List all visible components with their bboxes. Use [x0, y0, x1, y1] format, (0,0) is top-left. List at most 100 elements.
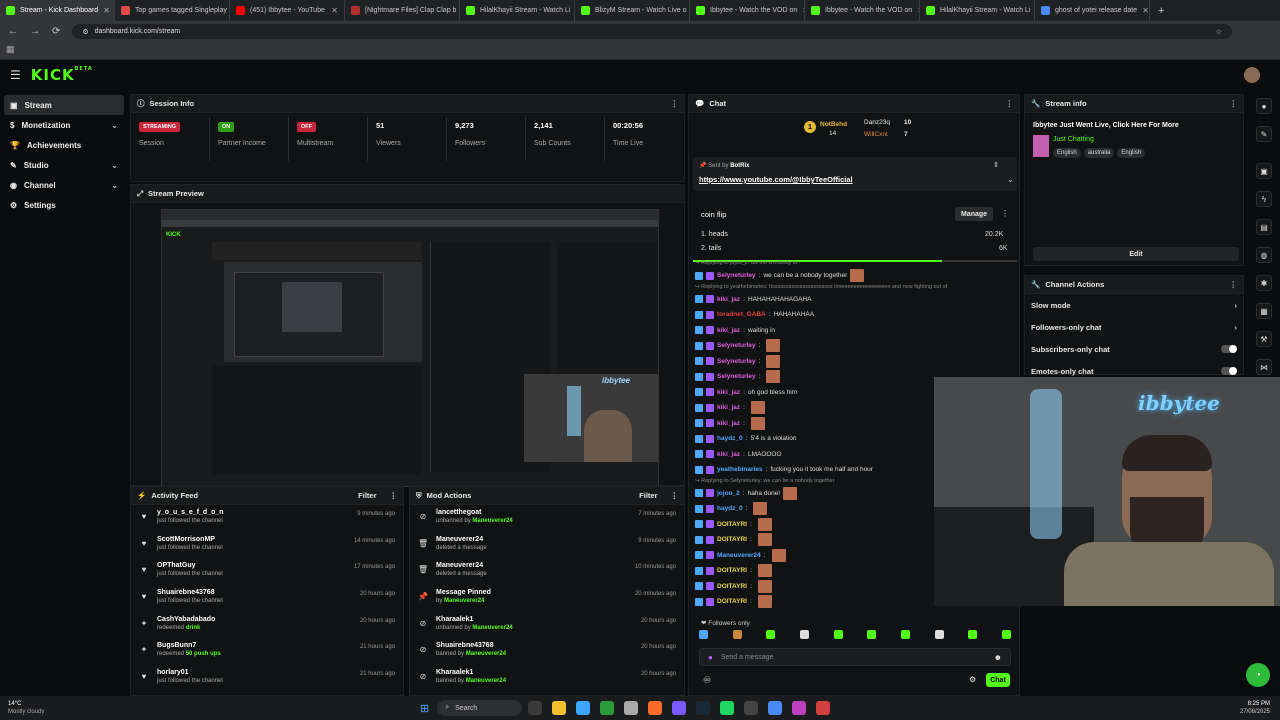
channel-action-followers-only-chat[interactable]: Followers-only chat ›	[1025, 316, 1243, 338]
sidebar-item-settings[interactable]: ⚙ Settings	[0, 195, 128, 215]
reload-icon[interactable]: ⟳	[52, 26, 60, 37]
more-icon[interactable]: ⋮	[671, 99, 679, 108]
settings-wheel-icon[interactable]: ✱	[1256, 275, 1272, 291]
chat-username[interactable]: Selyneturley	[717, 373, 756, 380]
sidebar-item-channel[interactable]: ◉ Channel ⌄	[0, 175, 128, 195]
emote-shortcut-icon[interactable]	[934, 630, 944, 639]
more-icon[interactable]: ⋮	[1001, 209, 1009, 218]
menu-icon[interactable]: ☰	[10, 68, 21, 82]
back-icon[interactable]: ←	[8, 26, 18, 37]
apps-grid-icon[interactable]: ▦	[6, 44, 15, 54]
file-explorer-icon[interactable]	[552, 701, 567, 715]
feed-username[interactable]: horlary01	[157, 669, 223, 676]
mod-filter-button[interactable]: Filter	[639, 491, 657, 500]
share-icon[interactable]: ⋈	[1256, 359, 1272, 375]
chat-username[interactable]: Selyneturley	[717, 342, 756, 349]
edit-stream-button[interactable]: Edit	[1033, 247, 1239, 261]
chat-message[interactable]: Selyneturley:	[695, 338, 1015, 354]
emote-shortcut-icon[interactable]	[867, 630, 877, 639]
forward-icon[interactable]: →	[30, 26, 40, 37]
channel-action-slow-mode[interactable]: Slow mode ›	[1025, 294, 1243, 316]
chat-username[interactable]: Selyneturley	[717, 272, 756, 279]
spotify-icon[interactable]	[720, 701, 735, 715]
chrome-icon[interactable]	[768, 701, 783, 715]
sidebar-item-studio[interactable]: ✎ Studio ⌄	[0, 155, 128, 175]
more-icon[interactable]: ⋮	[671, 491, 679, 500]
chat-username[interactable]: DOITAYRI	[717, 536, 747, 543]
emote-shortcut-icon[interactable]	[732, 630, 742, 639]
browser-tab[interactable]: Top games tagged Singleplay✕	[115, 0, 230, 21]
feed-username[interactable]: CashYabadabado	[157, 616, 215, 623]
chat-bubble-icon[interactable]: ◍	[1256, 247, 1272, 263]
chat-send-button[interactable]: Chat	[986, 673, 1010, 687]
task-view-icon[interactable]	[528, 701, 543, 715]
chat-username[interactable]: kiki_jaz	[717, 296, 740, 303]
browser-tab[interactable]: (451) Ibbytee - YouTube ✕	[230, 0, 345, 21]
new-tab-icon[interactable]: +	[1158, 5, 1164, 17]
weather-widget[interactable]: 14°C Mostly cloudy	[0, 700, 110, 716]
chevron-down-icon[interactable]: ⌄	[1007, 175, 1014, 184]
webcam-popout[interactable]: ibbytee	[934, 377, 1280, 606]
activity-filter-button[interactable]: Filter	[358, 491, 376, 500]
feed-username[interactable]: Kharaalek1	[436, 616, 513, 623]
more-icon[interactable]: ⋮	[1006, 99, 1014, 108]
emote-shortcut-icon[interactable]	[699, 630, 708, 639]
more-icon[interactable]: ⋮	[390, 491, 398, 500]
chat-username[interactable]: DOITAYRI	[717, 521, 747, 528]
clipboard-icon[interactable]: ▤	[1256, 219, 1272, 235]
browser-tab[interactable]: Stream - Kick Dashboard ✕	[0, 0, 115, 21]
chevron-down-icon[interactable]: ⌄	[111, 121, 118, 130]
document-icon[interactable]: ▦	[1256, 303, 1272, 319]
discord-icon[interactable]	[672, 701, 687, 715]
edge-icon[interactable]	[576, 701, 591, 715]
stream-tag[interactable]: australia	[1083, 148, 1115, 158]
chevron-down-icon[interactable]: ⌄	[111, 181, 118, 190]
chat-tools-icon[interactable]: ♾	[703, 675, 711, 686]
chat-username[interactable]: yeathebinaries	[717, 466, 763, 473]
feed-username[interactable]: Shuairebne43768	[436, 642, 506, 649]
taskbar-search[interactable]: ⌕ Search	[437, 700, 523, 716]
feed-username[interactable]: Kharaalek1	[436, 669, 506, 676]
feed-username[interactable]: Shuairebne43768	[157, 589, 223, 596]
poll-manage-button[interactable]: Manage	[955, 207, 993, 221]
chat-username[interactable]: toradnet_GABA	[717, 311, 766, 318]
obs-icon[interactable]	[744, 701, 759, 715]
chat-username[interactable]: Selyneturley	[717, 358, 756, 365]
user-avatar[interactable]	[1244, 67, 1260, 83]
steam-icon[interactable]	[696, 701, 711, 715]
lightning-icon[interactable]: ϟ	[1256, 191, 1272, 207]
chat-username[interactable]: kiki_jaz	[717, 404, 740, 411]
windows-start-icon[interactable]: ⊞	[420, 702, 429, 715]
feed-username[interactable]: ScottMorrisonMP	[157, 536, 223, 543]
feed-username[interactable]: Maneuverer24	[436, 536, 487, 543]
browser-tab[interactable]: Ibbytee - Watch the VOD on✕	[805, 0, 920, 21]
emote-shortcut-icon[interactable]	[833, 630, 843, 639]
stream-tag[interactable]: English	[1053, 148, 1081, 158]
more-icon[interactable]: ⋮	[1230, 280, 1238, 289]
feed-username[interactable]: Message Pinned	[436, 589, 491, 596]
support-chat-icon[interactable]: ◔	[1246, 663, 1270, 687]
chat-username[interactable]: kiki_jaz	[717, 327, 740, 334]
channel-action-subscribers-only-chat[interactable]: Subscribers-only chat	[1025, 338, 1243, 360]
toggle-switch[interactable]	[1221, 367, 1237, 375]
bookmark-star-icon[interactable]: ☆	[1216, 28, 1222, 36]
chevron-right-icon[interactable]: ›	[1235, 301, 1238, 310]
emoji-icon[interactable]: ☻	[994, 653, 1002, 662]
feed-username[interactable]: OPThatGuy	[157, 562, 223, 569]
chat-username[interactable]: haydz_0	[717, 505, 743, 512]
emote-shortcut-icon[interactable]	[968, 630, 978, 639]
feed-username[interactable]: Maneuverer24	[436, 562, 487, 569]
feed-username[interactable]: y_o_u_s_e_f_d_o_n	[157, 509, 224, 516]
browser-tab[interactable]: ghost of yotei release date ✕	[1035, 0, 1150, 21]
unpin-icon[interactable]: ⇕	[993, 161, 999, 169]
chat-username[interactable]: kiki_jaz	[717, 389, 740, 396]
sidebar-item-achievements[interactable]: 🏆 Achievements	[0, 135, 128, 155]
photos-icon[interactable]	[624, 701, 639, 715]
browser-tab[interactable]: BlizyM Stream - Watch Live o✕	[575, 0, 690, 21]
chat-username[interactable]: Maneuverer24	[717, 552, 761, 559]
close-icon[interactable]: ✕	[331, 6, 338, 15]
app-icon[interactable]	[792, 701, 807, 715]
app2-icon[interactable]	[816, 701, 831, 715]
edit-icon[interactable]: ✎	[1256, 126, 1272, 142]
chevron-down-icon[interactable]: ⌄	[111, 161, 118, 170]
